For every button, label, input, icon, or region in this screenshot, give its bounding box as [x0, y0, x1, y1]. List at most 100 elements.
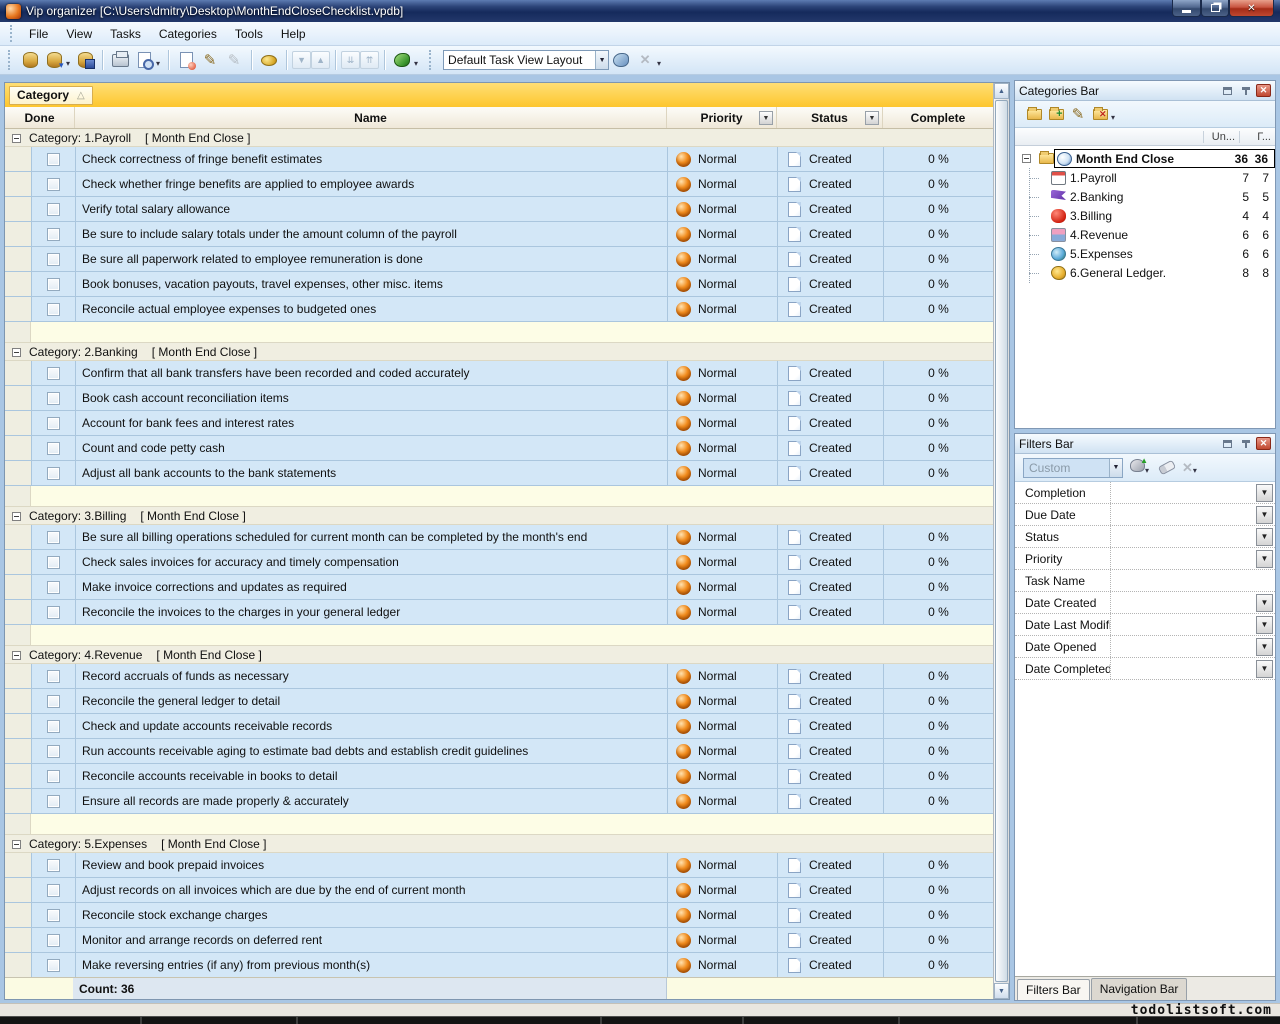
task-checkbox[interactable] [47, 203, 60, 216]
task-row[interactable]: Reconcile accounts receivable in books t… [5, 764, 993, 789]
delete-category-button[interactable] [1089, 104, 1111, 124]
panel-restore-button[interactable] [1220, 84, 1235, 97]
filter-dropdown-button[interactable]: ▼ [1256, 550, 1273, 568]
panel-restore-button[interactable] [1220, 437, 1235, 450]
filter-value-field[interactable] [1110, 548, 1256, 569]
panel-close-button[interactable]: ✕ [1256, 437, 1271, 450]
add-subcategory-button[interactable] [1045, 104, 1067, 124]
filter-dropdown-button[interactable]: ▼ [1256, 506, 1273, 524]
task-row[interactable]: Be sure to include salary totals under t… [5, 222, 993, 247]
task-row[interactable]: Confirm that all bank transfers have bee… [5, 361, 993, 386]
apply-filter-dropdown[interactable]: ▾ [1145, 466, 1149, 475]
group-row-category-1-payroll[interactable]: Category: 1.Payroll[ Month End Close ] [5, 130, 993, 147]
panel-close-button[interactable]: ✕ [1256, 84, 1271, 97]
task-row[interactable]: Make invoice corrections and updates as … [5, 575, 993, 600]
save-database-button[interactable] [74, 49, 96, 71]
task-checkbox[interactable] [47, 303, 60, 316]
categories-toolbar-dropdown[interactable]: ▾ [1111, 113, 1115, 122]
new-database-button[interactable] [19, 49, 41, 71]
task-checkbox[interactable] [47, 467, 60, 480]
task-checkbox[interactable] [47, 253, 60, 266]
delete-layout-button[interactable]: ✕ [634, 49, 656, 71]
filter-dropdown-button[interactable]: ▼ [1256, 616, 1273, 634]
task-view-layout-combo[interactable]: Default Task View Layout ▼ [443, 50, 609, 70]
filter-value-field[interactable] [1110, 570, 1275, 591]
task-checkbox[interactable] [47, 178, 60, 191]
filter-dropdown-button[interactable]: ▼ [1256, 638, 1273, 656]
minimize-button[interactable] [1172, 0, 1201, 17]
task-checkbox[interactable] [47, 442, 60, 455]
menu-view[interactable]: View [57, 24, 101, 44]
task-row[interactable]: Check and update accounts receivable rec… [5, 714, 993, 739]
open-database-dropdown[interactable]: ▾ [66, 59, 70, 68]
panel-pin-button[interactable] [1238, 84, 1253, 97]
apply-filter-button[interactable] [1130, 459, 1145, 477]
open-database-button[interactable] [43, 49, 65, 71]
filter-dropdown-button[interactable]: ▼ [1256, 528, 1273, 546]
tree-item-4-revenue[interactable]: 4.Revenue66 [1015, 225, 1275, 244]
task-row[interactable]: Check whether fringe benefits are applie… [5, 172, 993, 197]
print-preview-button[interactable] [133, 49, 155, 71]
collapse-icon[interactable] [1022, 154, 1031, 163]
tree-item-3-billing[interactable]: 3.Billing44 [1015, 206, 1275, 225]
chevron-down-icon[interactable]: ▼ [1109, 459, 1122, 477]
task-row[interactable]: Reconcile the general ledger to detailNo… [5, 689, 993, 714]
tree-item-2-banking[interactable]: 2.Banking55 [1015, 187, 1275, 206]
task-checkbox[interactable] [47, 770, 60, 783]
move-down-button[interactable]: ▼ [292, 51, 311, 69]
new-category-button[interactable] [1023, 104, 1045, 124]
task-row[interactable]: Count and code petty cashNormalCreated0 … [5, 436, 993, 461]
filter-value-field[interactable] [1110, 482, 1256, 503]
filter-value-field[interactable] [1110, 504, 1256, 525]
scroll-up-button[interactable]: ▲ [994, 83, 1009, 99]
task-row[interactable]: Check sales invoices for accuracy and ti… [5, 550, 993, 575]
task-row[interactable]: Be sure all billing operations scheduled… [5, 525, 993, 550]
clear-filter-button[interactable] [1159, 459, 1175, 477]
notifications-button[interactable] [391, 49, 413, 71]
task-checkbox[interactable] [47, 720, 60, 733]
collapse-icon[interactable] [12, 840, 21, 849]
task-row[interactable]: Record accruals of funds as necessaryNor… [5, 664, 993, 689]
task-row[interactable]: Make reversing entries (if any) from pre… [5, 953, 993, 977]
task-row[interactable]: Book bonuses, vacation payouts, travel e… [5, 272, 993, 297]
task-row[interactable]: Reconcile the invoices to the charges in… [5, 600, 993, 625]
task-checkbox[interactable] [47, 934, 60, 947]
collapse-icon[interactable] [12, 651, 21, 660]
task-row[interactable]: Ensure all records are made properly & a… [5, 789, 993, 814]
column-total[interactable]: Г... [1239, 131, 1275, 143]
task-checkbox[interactable] [47, 909, 60, 922]
task-checkbox[interactable] [47, 795, 60, 808]
edit-category-button[interactable]: ✎ [1067, 104, 1089, 124]
filter-dropdown-button[interactable]: ▼ [1256, 594, 1273, 612]
close-button[interactable]: ✕ [1229, 0, 1274, 17]
menu-file[interactable]: File [20, 24, 57, 44]
task-row[interactable]: Check correctness of fringe benefit esti… [5, 147, 993, 172]
filter-dropdown-button[interactable]: ▼ [1256, 484, 1273, 502]
column-header-complete[interactable]: Complete [883, 107, 993, 128]
group-row-category-4-revenue[interactable]: Category: 4.Revenue[ Month End Close ] [5, 647, 993, 664]
task-row[interactable]: Be sure all paperwork related to employe… [5, 247, 993, 272]
task-checkbox[interactable] [47, 228, 60, 241]
group-row-category-3-billing[interactable]: Category: 3.Billing[ Month End Close ] [5, 508, 993, 525]
filter-value-field[interactable] [1110, 658, 1256, 679]
vertical-scrollbar[interactable]: ▲ ▼ [993, 83, 1009, 999]
column-header-status[interactable]: Status ▼ [777, 107, 883, 128]
task-checkbox[interactable] [47, 153, 60, 166]
menu-help[interactable]: Help [272, 24, 315, 44]
delete-filter-button[interactable]: ✕ [1182, 459, 1193, 477]
column-header-done[interactable]: Done [5, 107, 75, 128]
new-task-button[interactable] [175, 49, 197, 71]
task-checkbox[interactable] [47, 556, 60, 569]
filter-value-field[interactable] [1110, 636, 1256, 657]
apply-layout-button[interactable] [610, 49, 632, 71]
task-row[interactable]: Monitor and arrange records on deferred … [5, 928, 993, 953]
layout-dropdown[interactable]: ▾ [657, 59, 661, 68]
task-row[interactable]: Adjust records on all invoices which are… [5, 878, 993, 903]
task-row[interactable]: Adjust all bank accounts to the bank sta… [5, 461, 993, 486]
task-checkbox[interactable] [47, 531, 60, 544]
move-to-bottom-button[interactable]: ⇊ [341, 51, 360, 69]
edit-task-button[interactable]: ✎ [199, 49, 221, 71]
task-checkbox[interactable] [47, 859, 60, 872]
group-row-category-2-banking[interactable]: Category: 2.Banking[ Month End Close ] [5, 344, 993, 361]
collapse-icon[interactable] [12, 512, 21, 521]
